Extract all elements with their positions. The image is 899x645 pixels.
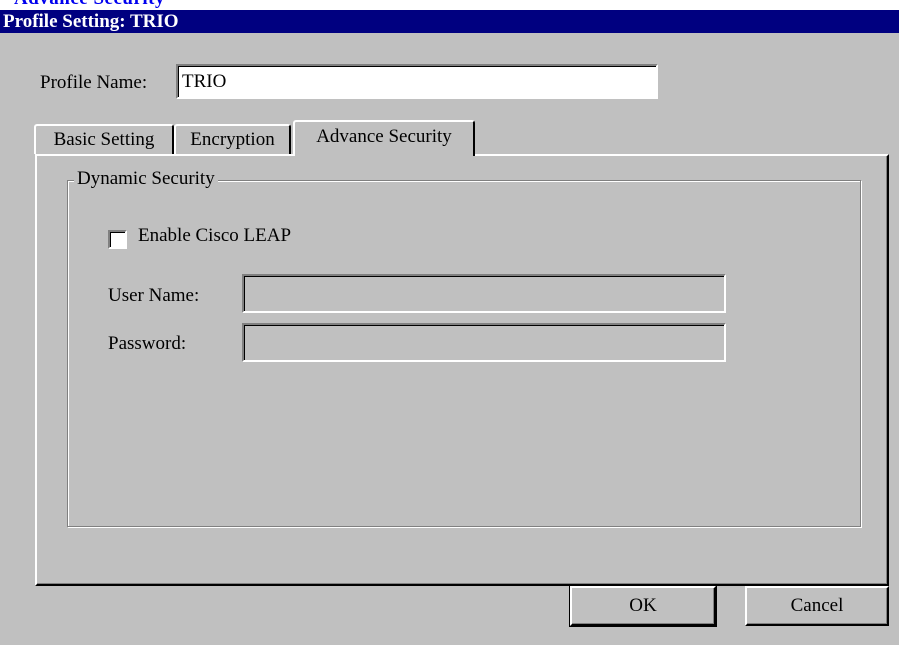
- tab-advance-security[interactable]: Advance Security: [293, 120, 475, 156]
- partial-link-heading-text: Advance Security: [14, 0, 165, 10]
- password-label: Password:: [108, 333, 187, 354]
- user-name-input[interactable]: [242, 274, 726, 313]
- profile-name-label: Profile Name:: [40, 72, 148, 93]
- dynamic-security-group-title: Dynamic Security: [74, 167, 218, 191]
- password-input[interactable]: [242, 323, 726, 362]
- profile-setting-dialog: Profile Setting: TRIO Profile Name: Basi…: [0, 10, 899, 645]
- cancel-button[interactable]: Cancel: [745, 586, 889, 626]
- tab-basic-setting[interactable]: Basic Setting: [34, 124, 174, 154]
- dynamic-security-group: Dynamic Security Enable Cisco LEAP User …: [67, 167, 861, 527]
- advance-security-panel: Dynamic Security Enable Cisco LEAP User …: [35, 154, 889, 586]
- dialog-titlebar: Profile Setting: TRIO: [0, 10, 899, 33]
- profile-name-input[interactable]: [176, 64, 658, 99]
- partial-link-heading: Advance Security: [0, 0, 899, 10]
- ok-button[interactable]: OK: [569, 585, 717, 627]
- tab-encryption[interactable]: Encryption: [174, 124, 291, 154]
- user-name-label: User Name:: [108, 285, 200, 306]
- enable-cisco-leap-label[interactable]: Enable Cisco LEAP: [138, 225, 291, 247]
- enable-cisco-leap-checkbox[interactable]: [108, 230, 127, 249]
